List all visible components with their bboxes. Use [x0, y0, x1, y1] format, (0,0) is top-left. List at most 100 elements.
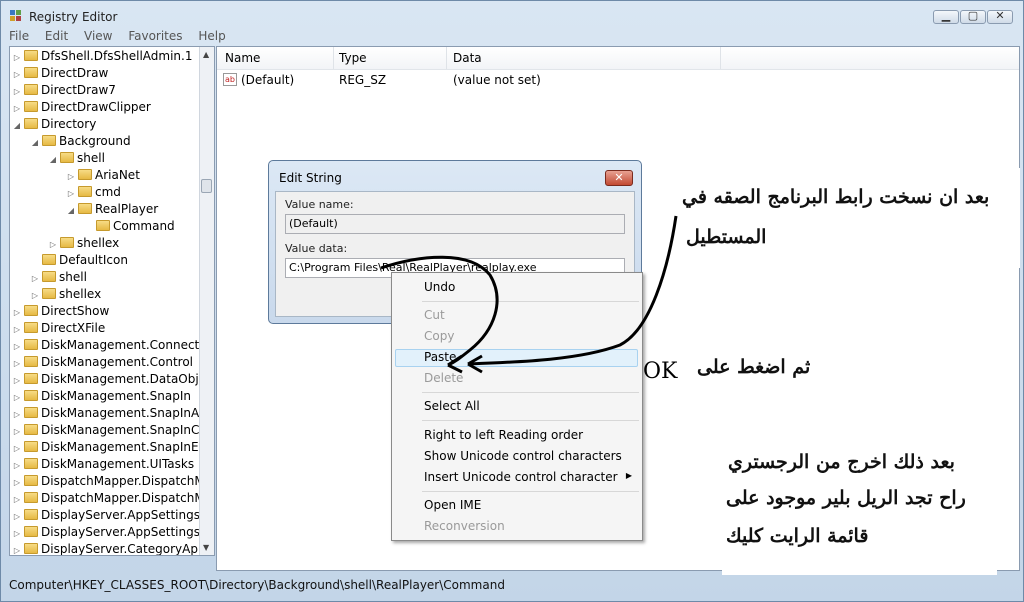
expand-arrow-icon[interactable]: ▷: [12, 406, 22, 423]
close-icon: ✕: [614, 171, 624, 184]
expand-arrow-icon[interactable]: ▷: [12, 100, 22, 117]
menu-item-undo[interactable]: Undo: [424, 280, 455, 294]
menu-item-delete[interactable]: Delete: [424, 371, 463, 385]
expand-arrow-icon[interactable]: ▷: [12, 83, 22, 100]
registry-tree[interactable]: ▷ DisplayServer.CategoryAppear ▷ DisplaySer…: [9, 46, 215, 556]
menu-help[interactable]: Help: [198, 29, 225, 43]
expand-arrow-icon[interactable]: ▷: [12, 355, 22, 372]
expand-arrow-icon[interactable]: ▷: [48, 236, 58, 253]
maximize-button[interactable]: ▢: [960, 9, 986, 24]
expand-arrow-icon[interactable]: ▷: [12, 66, 22, 83]
menu-item-reconversion[interactable]: Reconversion: [424, 519, 505, 533]
tree-item[interactable]: ▷ DirectDrawClipper: [12, 99, 151, 116]
expand-arrow-icon[interactable]: ▷: [66, 185, 76, 202]
expand-arrow-icon[interactable]: ▷: [12, 338, 22, 355]
tree-item-label: Directory: [41, 117, 97, 131]
folder-icon: [24, 458, 38, 469]
expand-arrow-icon[interactable]: ▷: [12, 321, 22, 338]
tree-item[interactable]: ▷ DirectShow: [12, 303, 109, 320]
expand-arrow-icon[interactable]: ▷: [12, 423, 22, 440]
tree-item[interactable]: ▷ shellex: [48, 235, 119, 252]
tree-item[interactable]: ◢ Directory: [12, 116, 96, 133]
tree-item[interactable]: ▷ DisplayServer.AppSettingsBasi: [12, 524, 214, 542]
menu-favorites[interactable]: Favorites: [128, 29, 182, 43]
tree-item[interactable]: ▷ shellex: [30, 286, 101, 303]
folder-icon: [24, 441, 38, 452]
tree-scrollbar[interactable]: ▲ ▼: [199, 47, 214, 555]
value-name-field: (Default): [285, 214, 625, 234]
folder-icon: [42, 288, 56, 299]
expand-arrow-icon[interactable]: ▷: [12, 372, 22, 389]
menu-item-insert-unicode[interactable]: Insert Unicode control character: [424, 470, 618, 484]
tree-item[interactable]: Command: [84, 218, 175, 235]
tree-item[interactable]: ▷ DiskManagement.SnapInAbou: [12, 405, 214, 423]
tree-item[interactable]: ▷ DiskManagement.UITasks: [12, 456, 194, 473]
expand-arrow-icon[interactable]: ▷: [12, 49, 22, 66]
expand-arrow-icon[interactable]: ▷: [12, 508, 22, 525]
tree-item[interactable]: ▷ DisplayServer.AppSettingsBasi: [12, 507, 214, 525]
expand-arrow-icon[interactable]: ▷: [12, 491, 22, 508]
tree-item[interactable]: ▷ cmd: [66, 184, 121, 201]
tree-item[interactable]: ▷ DirectDraw7: [12, 82, 116, 99]
menu-item-paste[interactable]: Paste: [424, 350, 456, 364]
menu-item-cut[interactable]: Cut: [424, 308, 445, 322]
folder-icon: [24, 67, 38, 78]
tree-item[interactable]: ▷ DiskManagement.SnapInExten: [12, 439, 214, 457]
tree-item[interactable]: ▷ DiskManagement.SnapIn: [12, 388, 191, 405]
tree-item[interactable]: ▷ DirectXFile: [12, 320, 105, 337]
expand-arrow-icon[interactable]: ▷: [12, 474, 22, 491]
tree-item[interactable]: ▷ DispatchMapper.DispatchMap: [12, 490, 214, 508]
expand-arrow-icon[interactable]: ▷: [12, 457, 22, 474]
tree-item[interactable]: DefaultIcon: [30, 252, 128, 269]
scroll-down-icon[interactable]: ▼: [203, 543, 209, 552]
scroll-up-icon[interactable]: ▲: [203, 50, 209, 59]
annotation-background: [645, 168, 1020, 268]
menu-item-show-unicode[interactable]: Show Unicode control characters: [424, 449, 622, 463]
tree-item[interactable]: ▷ DiskManagement.SnapInCom: [12, 422, 214, 440]
menu-item-select-all[interactable]: Select All: [424, 399, 480, 413]
minimize-button[interactable]: ▁: [933, 9, 959, 24]
menu-item-copy[interactable]: Copy: [424, 329, 454, 343]
menu-item-rtl[interactable]: Right to left Reading order: [424, 428, 583, 442]
tree-item[interactable]: ▷ DiskManagement.DataObject: [12, 371, 214, 389]
expand-arrow-icon[interactable]: ▷: [66, 168, 76, 185]
tree-item[interactable]: ▷ DirectDraw: [12, 65, 108, 82]
column-name[interactable]: Name: [225, 51, 260, 65]
tree-item[interactable]: ▷ DisplayServer.CategoryAppear: [12, 541, 214, 555]
folder-icon: [24, 492, 38, 503]
menu-item-open-ime[interactable]: Open IME: [424, 498, 481, 512]
column-type[interactable]: Type: [339, 51, 367, 65]
expand-arrow-icon[interactable]: ◢: [66, 202, 76, 219]
scroll-thumb[interactable]: [201, 179, 212, 193]
tree-item[interactable]: ▷ DfsShell.DfsShellAdmin.1: [12, 48, 193, 65]
tree-item[interactable]: ▷ shell: [30, 269, 87, 286]
tree-item-label: AriaNet: [95, 168, 140, 182]
expand-arrow-icon[interactable]: ▷: [12, 525, 22, 542]
menu-file[interactable]: File: [9, 29, 29, 43]
expand-arrow-icon[interactable]: ◢: [12, 117, 22, 134]
expand-arrow-icon[interactable]: ◢: [30, 134, 40, 151]
dialog-close-button[interactable]: ✕: [605, 170, 633, 186]
tree-item[interactable]: ◢ Background: [30, 133, 131, 150]
tree-item[interactable]: ▷ DiskManagement.Control: [12, 354, 193, 371]
expand-arrow-icon[interactable]: ▷: [12, 542, 22, 555]
tree-item[interactable]: ◢ shell: [48, 150, 105, 167]
menu-view[interactable]: View: [84, 29, 112, 43]
tree-item[interactable]: ▷ DispatchMapper.DispatchMapp: [12, 473, 214, 491]
tree-item[interactable]: ▷ DiskManagement.Connection: [12, 337, 214, 355]
expand-arrow-icon[interactable]: ▷: [12, 389, 22, 406]
menu-edit[interactable]: Edit: [45, 29, 68, 43]
expand-arrow-icon[interactable]: ◢: [48, 151, 58, 168]
row-type: REG_SZ: [339, 73, 387, 87]
expand-arrow-icon[interactable]: ▷: [12, 440, 22, 457]
context-menu: Undo Cut Copy Paste Delete Select All Ri…: [391, 272, 643, 541]
tree-item[interactable]: ▷ AriaNet: [66, 167, 140, 184]
column-data[interactable]: Data: [453, 51, 482, 65]
expand-arrow-icon[interactable]: ▷: [30, 287, 40, 304]
close-button[interactable]: ✕: [987, 9, 1013, 24]
tree-item[interactable]: ◢ RealPlayer: [66, 201, 158, 218]
expand-arrow-icon[interactable]: ▷: [30, 270, 40, 287]
folder-icon: [78, 186, 92, 197]
expand-arrow-icon[interactable]: ▷: [12, 304, 22, 321]
folder-icon: [60, 152, 74, 163]
